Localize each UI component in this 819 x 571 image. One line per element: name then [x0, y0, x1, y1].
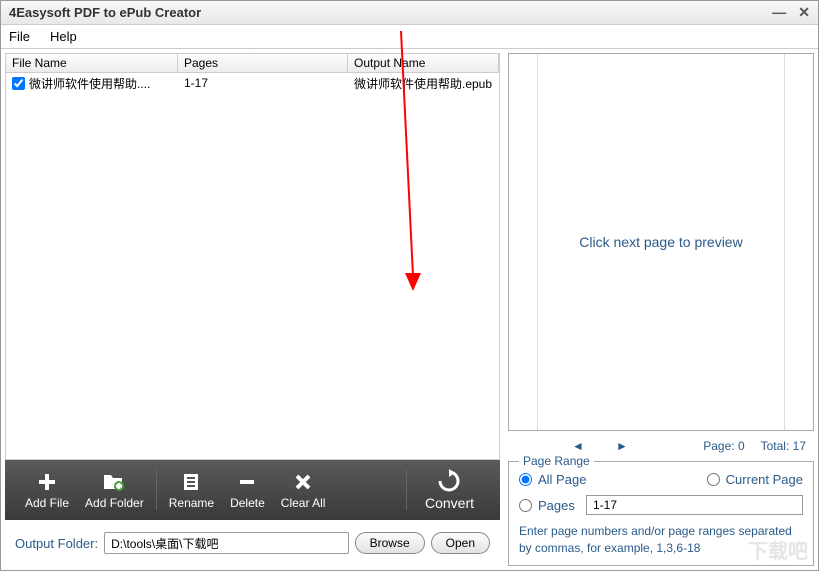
col-file-name[interactable]: File Name — [6, 54, 178, 72]
convert-icon — [437, 469, 461, 493]
page-range-hint: Enter page numbers and/or page ranges se… — [519, 523, 803, 557]
pages-range-input[interactable] — [586, 495, 803, 515]
toolbar-separator — [156, 470, 157, 510]
table-header: File Name Pages Output Name — [5, 53, 500, 73]
add-folder-button[interactable]: Add Folder — [77, 470, 152, 510]
output-bar: Output Folder: Browse Open — [5, 520, 500, 566]
row-output: 微讲师软件使用帮助.epub — [348, 73, 499, 94]
x-icon — [291, 470, 315, 494]
output-folder-input[interactable] — [104, 532, 349, 554]
convert-button[interactable]: Convert — [411, 469, 488, 511]
minimize-icon[interactable]: — — [772, 4, 786, 21]
output-folder-label: Output Folder: — [15, 536, 98, 551]
minus-icon — [235, 470, 259, 494]
toolbar-separator — [406, 470, 407, 510]
menu-help[interactable]: Help — [50, 29, 77, 44]
preview-nav: ◄ ► Page: 0 Total: 17 — [508, 437, 814, 455]
prev-page-icon[interactable]: ◄ — [566, 439, 590, 453]
page-range-group: Page Range All Page Current Page Pages E… — [508, 461, 814, 566]
row-checkbox[interactable] — [12, 77, 25, 90]
clear-all-button[interactable]: Clear All — [273, 470, 334, 510]
pages-radio[interactable] — [519, 499, 532, 512]
toolbar: Add File Add Folder Rename — [5, 460, 500, 520]
menu-file[interactable]: File — [9, 29, 30, 44]
table-body: 微讲师软件使用帮助.... 1-17 微讲师软件使用帮助.epub — [5, 73, 500, 460]
preview-message: Click next page to preview — [579, 234, 742, 250]
plus-icon — [35, 470, 59, 494]
row-pages: 1-17 — [178, 74, 348, 92]
browse-button[interactable]: Browse — [355, 532, 425, 554]
preview-area: Click next page to preview — [508, 53, 814, 431]
rename-icon — [179, 470, 203, 494]
titlebar: 4Easysoft PDF to ePub Creator — ✕ — [1, 1, 818, 25]
menubar: File Help — [1, 25, 818, 49]
pages-label: Pages — [538, 498, 580, 513]
table-row[interactable]: 微讲师软件使用帮助.... 1-17 微讲师软件使用帮助.epub — [6, 73, 499, 93]
page-label: Page: 0 — [703, 439, 744, 453]
current-page-label: Current Page — [726, 472, 803, 487]
col-pages[interactable]: Pages — [178, 54, 348, 72]
total-label: Total: 17 — [761, 439, 806, 453]
row-file-name: 微讲师软件使用帮助.... — [29, 75, 150, 92]
current-page-radio[interactable] — [707, 473, 720, 486]
folder-plus-icon — [102, 470, 126, 494]
right-panel: Click next page to preview ◄ ► Page: 0 T… — [508, 53, 814, 566]
annotation-arrow-icon — [391, 73, 431, 301]
add-file-button[interactable]: Add File — [17, 470, 77, 510]
left-panel: File Name Pages Output Name 微讲师软件使用帮助...… — [5, 53, 500, 566]
app-window: 4Easysoft PDF to ePub Creator — ✕ File H… — [0, 0, 819, 571]
delete-button[interactable]: Delete — [222, 470, 273, 510]
all-page-radio[interactable] — [519, 473, 532, 486]
window-title: 4Easysoft PDF to ePub Creator — [9, 5, 201, 20]
preview-page[interactable]: Click next page to preview — [537, 54, 785, 430]
all-page-label: All Page — [538, 472, 586, 487]
col-output-name[interactable]: Output Name — [348, 54, 499, 72]
rename-button[interactable]: Rename — [161, 470, 222, 510]
page-range-legend: Page Range — [519, 454, 594, 468]
next-page-icon[interactable]: ► — [610, 439, 634, 453]
close-icon[interactable]: ✕ — [798, 4, 810, 21]
open-button[interactable]: Open — [431, 532, 490, 554]
